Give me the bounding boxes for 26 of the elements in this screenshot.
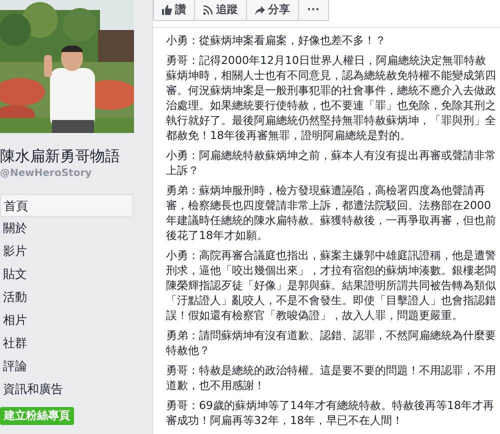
nav-item[interactable]: 相片 (0, 309, 133, 332)
nav-item[interactable]: 活動 (0, 286, 133, 309)
nav-item[interactable]: 首頁 (0, 194, 133, 217)
share-button[interactable]: 分享 (246, 0, 298, 20)
post-paragraph: 勇弟：請問蘇炳坤有沒有道歉、認錯、認罪，不然阿扁總統為什麼要特赦他？ (166, 328, 496, 358)
nav-item[interactable]: 評論 (0, 355, 133, 378)
like-button[interactable]: 讚 (154, 0, 194, 20)
post-paragraph: 勇哥：69歲的蘇炳坤等了14年才有總統特赦。特赦後再等18年才再審成功！阿扁再等32年，18年，早已不在人間！ (166, 398, 495, 428)
post-paragraph: 勇哥：特赦是總統的政治特權。這是要不要的問題！不用認罪，不用道歉，也不用感謝！ (166, 363, 496, 393)
page-name: 陳水扁新勇哥物語 (0, 147, 121, 165)
post-paragraph: 小勇：從蘇炳坤案看扁案，好像也差不多！？ (166, 33, 387, 48)
nav-item[interactable]: 貼文 (0, 263, 133, 286)
nav-item[interactable]: 關於 (0, 217, 133, 240)
post-paragraph: 小勇：阿扁總統特赦蘇炳坤之前，蘇本人有沒有提出再審或聲請非常上訴？ (166, 148, 496, 178)
page-handle: @NewHeroStory (0, 167, 93, 181)
follow-button[interactable]: 追蹤 (194, 0, 246, 20)
post-paragraph: 勇哥：記得2000年12月10日世界人權日，阿扁總統決定無罪特赦蘇炳坤時，相關人士也有不同意見，認為總統赦免特權不能變成第四審。何況蘇炳坤案是一般刑事犯罪的社會事件，總統不應介入去做政治處理。如果總統要行使特赦，也不要連「罪」也免除，免除其刑之執行就好了。最後阿扁總統仍然堅持無罪特赦蘇炳坤，「罪與刑」全都赦免！18年後再審無罪，證明阿扁總統是對的。 (166, 53, 496, 143)
nav-item[interactable]: 社群 (0, 332, 133, 355)
share-arrow-icon (255, 6, 265, 14)
rss-icon (203, 5, 213, 15)
post-paragraph: 小勇：高院再審合議庭也指出，蘇案主嫌郭中雄庭訊證稱，他是遭警刑求，逼他「咬出幾個出來」，才拉有宿怨的蘇炳坤湊數。銀樓老闆陳榮輝指認歹徒「好像」是郭與蘇。結果證明所謂共同被告轉為類似「汙點證人」亂咬人，不是不會發生。即使「目擊證人」也會指認錯誤！假如還有檢察官「教唆偽證」，故入人罪，問題更嚴重。 (166, 248, 496, 323)
post-paragraph: 勇弟：蘇炳坤服刑時，檢方發現蘇遭誣陷，高檢署四度為他聲請再審，檢察總長也四度聲請非常上訴，都遭法院駁回。法務部在2000年建議時任總統的陳水扁特赦。蘇獲特赦後，一再爭取再審，但也前後花了18年才如願。 (166, 183, 496, 243)
thumbs-up-icon (162, 5, 172, 15)
nav-item[interactable]: 資訊和廣告 (0, 378, 133, 401)
more-button[interactable]: ··· (298, 0, 328, 20)
nav-item[interactable]: 影片 (0, 240, 133, 263)
